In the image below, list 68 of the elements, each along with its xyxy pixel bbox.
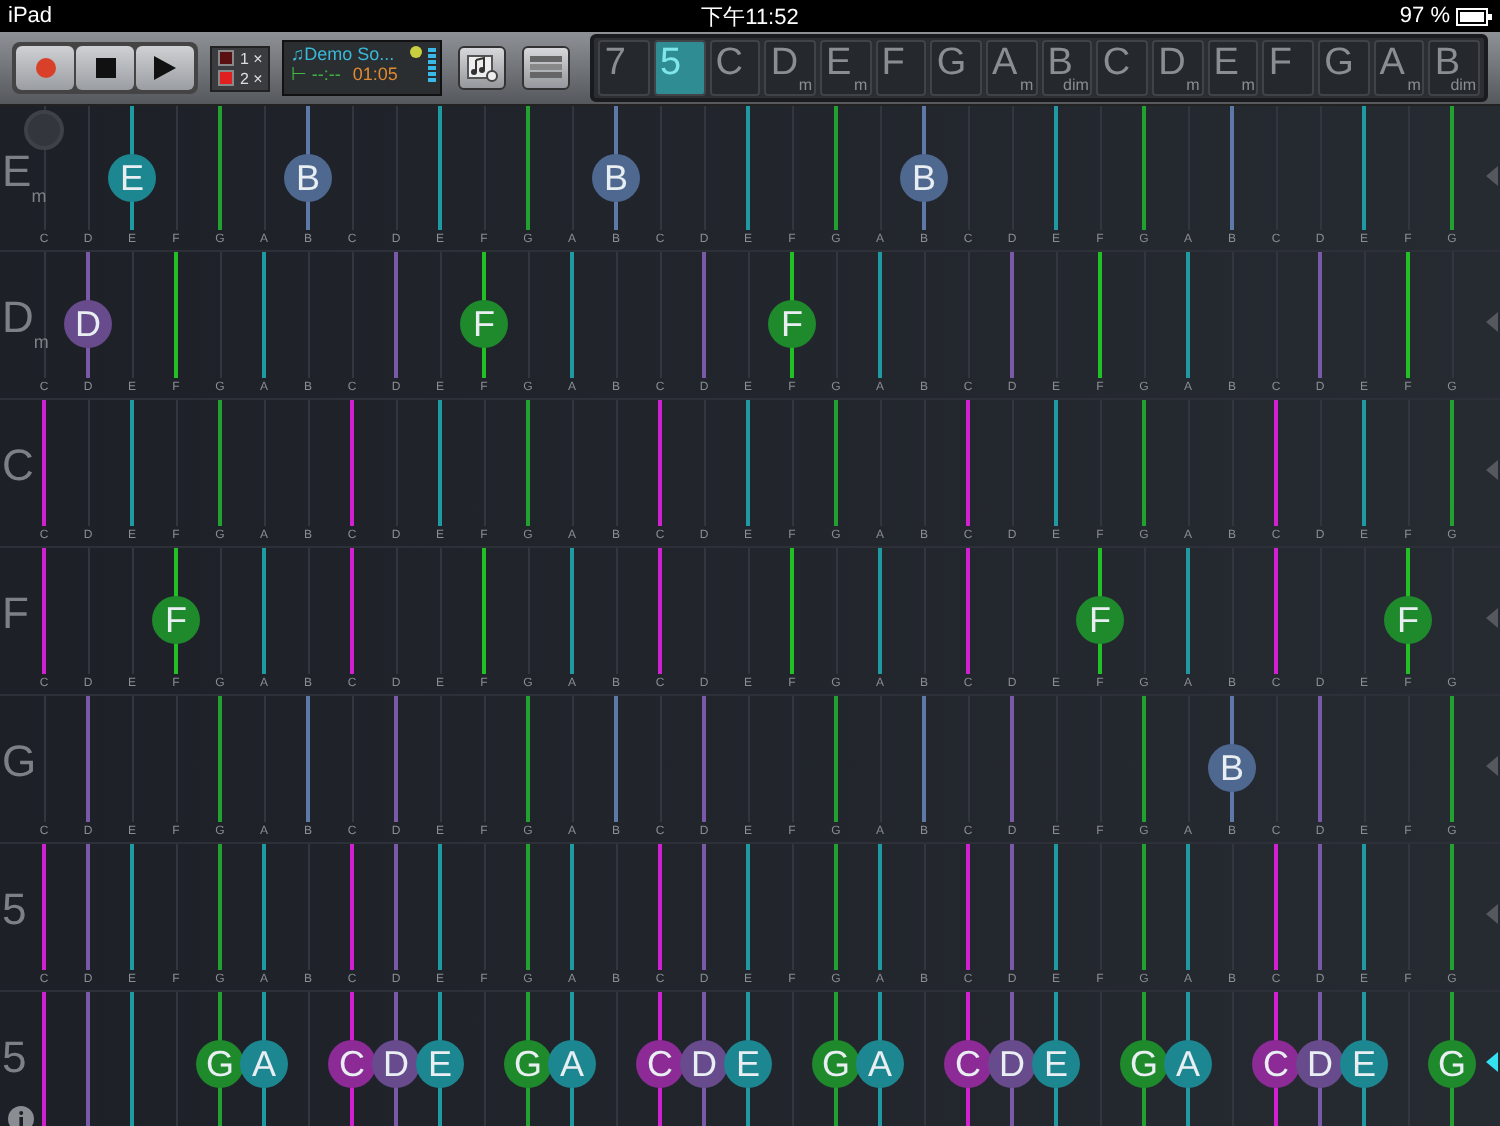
loop-option[interactable]: 1 × [218, 49, 263, 67]
list-button[interactable] [522, 46, 571, 90]
lane-chord-label: G [2, 740, 37, 784]
drawer-icon [530, 56, 563, 80]
circle-icon[interactable] [24, 110, 64, 150]
note-bubble[interactable]: A [1164, 1040, 1212, 1088]
lane-chord-label: 5 [2, 888, 27, 932]
note-bubble[interactable]: F [768, 300, 816, 348]
note-bubble[interactable]: E [416, 1040, 464, 1088]
stop-button[interactable] [76, 46, 134, 90]
chord-button[interactable]: 7 [598, 40, 651, 96]
song-time: 01:05 [352, 64, 398, 84]
lane-chord-label: C [2, 444, 34, 488]
note-bubble[interactable]: G [196, 1040, 244, 1088]
chord-button[interactable]: C [709, 40, 761, 96]
loop-option[interactable]: 2 × [218, 69, 263, 87]
note-bubble[interactable]: F [152, 596, 200, 644]
play-button[interactable] [136, 46, 194, 90]
note-bubble[interactable]: E [1340, 1040, 1388, 1088]
note-bubble[interactable]: E [724, 1040, 772, 1088]
note-bubble[interactable]: G [504, 1040, 552, 1088]
note-bubble[interactable]: E [108, 154, 156, 202]
note-bubble[interactable]: A [856, 1040, 904, 1088]
music-note-gear-icon [466, 54, 499, 82]
status-dot-icon [410, 46, 423, 58]
note-bubble[interactable]: D [988, 1040, 1036, 1088]
level-meter-icon [428, 48, 437, 84]
battery-icon [1456, 7, 1492, 25]
clock: 下午11:52 [701, 3, 799, 31]
note-bubble[interactable]: B [900, 154, 948, 202]
note-bubble[interactable]: B [592, 154, 640, 202]
note-bubble[interactable]: F [1076, 596, 1124, 644]
note-bubble[interactable]: G [812, 1040, 860, 1088]
note-bubble[interactable]: C [1252, 1040, 1300, 1088]
note-bubble[interactable]: C [636, 1040, 684, 1088]
note-bubble[interactable]: F [460, 300, 508, 348]
record-icon [35, 58, 55, 78]
note-bubble[interactable]: D [64, 300, 112, 348]
note-bubble[interactable]: E [1032, 1040, 1080, 1088]
note-bubble[interactable]: B [284, 154, 332, 202]
lane-arrow-icon[interactable] [1486, 1052, 1498, 1072]
note-bubble[interactable]: D [1296, 1040, 1344, 1088]
note-bubble[interactable]: A [240, 1040, 288, 1088]
song-position: ⊢ --:-- [290, 64, 341, 84]
note-bubble[interactable]: G [1428, 1040, 1476, 1088]
chord-button[interactable]: G [1318, 40, 1370, 96]
chord-button[interactable]: F [1262, 40, 1315, 96]
song-settings-button[interactable] [458, 46, 507, 90]
play-icon [154, 56, 176, 80]
chord-button[interactable]: C [1096, 40, 1149, 96]
note-bubble[interactable]: D [680, 1040, 728, 1088]
battery-percent: 97 % [1399, 4, 1450, 28]
chord-button[interactable]: G [930, 40, 983, 96]
lane-chord-label: 5 [2, 1036, 27, 1080]
lane-chord-label: F [2, 592, 29, 636]
chord-button[interactable]: F [875, 40, 927, 96]
note-bubble[interactable]: D [372, 1040, 420, 1088]
note-bubble[interactable]: B [1208, 744, 1256, 792]
note-bubble[interactable]: C [328, 1040, 376, 1088]
song-title: ♫Demo So... [290, 44, 395, 64]
note-bubble[interactable]: F [1384, 596, 1432, 644]
stop-icon [95, 58, 115, 78]
device-name: iPad [8, 4, 53, 28]
info-icon[interactable] [8, 1106, 34, 1126]
note-bubble[interactable]: A [548, 1040, 596, 1088]
note-bubble[interactable]: C [944, 1040, 992, 1088]
chord-button[interactable]: 5 [654, 40, 706, 96]
note-bubble[interactable]: G [1120, 1040, 1168, 1088]
